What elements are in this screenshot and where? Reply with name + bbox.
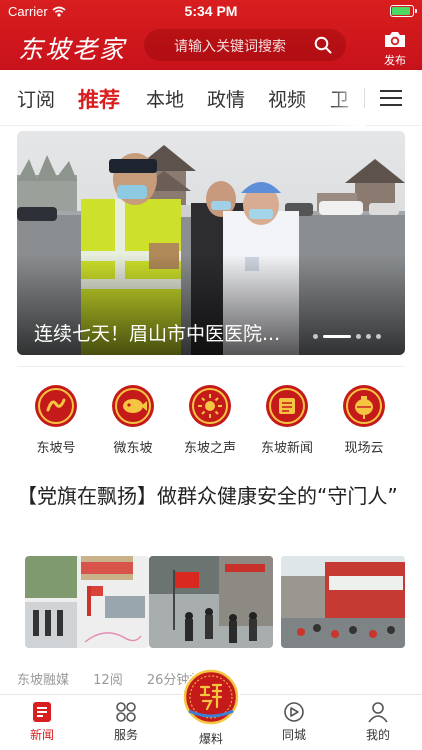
camera-icon: [385, 32, 405, 47]
feature-label: 微东坡: [113, 441, 153, 456]
publish-label: 发布: [384, 54, 406, 67]
article-source: 东坡融媒: [17, 673, 70, 688]
tab-politics[interactable]: 政情: [207, 85, 245, 112]
feature-label: 东坡新闻: [260, 441, 313, 456]
news-icon: [33, 702, 51, 722]
dongpohao-icon: [35, 385, 77, 427]
feature-live-cloud[interactable]: 现场云: [326, 384, 402, 456]
feature-dongpohao[interactable]: 东坡号: [18, 384, 94, 456]
nav-label: 我的: [365, 728, 390, 742]
battery-icon: [390, 5, 417, 17]
fu-icon[interactable]: [181, 667, 241, 727]
article-reads: 12阅: [93, 673, 123, 688]
nav-news[interactable]: 新闻: [7, 701, 77, 743]
tab-video[interactable]: 视频: [268, 85, 306, 112]
profile-icon: [368, 702, 388, 723]
search-placeholder: 请输入关键词搜索: [174, 39, 286, 55]
nav-profile[interactable]: 我的: [343, 701, 413, 743]
channel-tabs: 订阅 推荐 本地 政情 视频 卫: [0, 70, 422, 126]
banner-carousel[interactable]: 连续七天！眉山市中医医院...: [17, 131, 405, 355]
carousel-dot: [313, 334, 318, 339]
dongpo-voice-icon: [189, 385, 231, 427]
carousel-dot: [356, 334, 361, 339]
services-icon: [116, 702, 136, 722]
article-thumbnail[interactable]: [149, 556, 273, 648]
publish-button[interactable]: 发布: [380, 30, 410, 68]
live-cloud-icon: [343, 385, 385, 427]
dongpo-news-icon: [266, 385, 308, 427]
article-thumbnail[interactable]: [25, 556, 149, 648]
tabs-divider: [364, 88, 365, 108]
feature-weidongpo[interactable]: 微东坡: [95, 384, 171, 456]
feature-label: 东坡号: [36, 441, 76, 456]
carousel-dot: [376, 334, 381, 339]
carousel-dot-active: [323, 335, 351, 338]
fu-label: 爆料: [198, 732, 223, 746]
menu-icon[interactable]: [380, 90, 402, 106]
section-divider: [17, 366, 405, 367]
thumbnail-image: [25, 556, 149, 648]
article-title[interactable]: 【党旗在飘扬】做群众健康安全的“守门人”: [17, 481, 407, 511]
status-bar: Carrier 5:34 PM: [0, 0, 422, 22]
local-city-icon: [284, 702, 304, 722]
banner-caption: 连续七天！眉山市中医医院...: [34, 323, 281, 345]
tab-recommend[interactable]: 推荐: [78, 84, 120, 114]
carousel-indicator: [313, 334, 381, 339]
search-box[interactable]: 请输入关键词搜索: [144, 29, 346, 61]
nav-services[interactable]: 服务: [91, 701, 161, 743]
thumbnail-image: [281, 556, 405, 648]
nav-label: 同城: [281, 728, 306, 742]
feature-dongpo-news[interactable]: 东坡新闻: [249, 384, 325, 456]
weidongpo-icon: [112, 385, 154, 427]
tab-local[interactable]: 本地: [146, 85, 184, 112]
carousel-dot: [366, 334, 371, 339]
app-header: Carrier 5:34 PM 东坡老家 请输入关键词搜索 发布: [0, 0, 422, 70]
feature-dongpo-voice[interactable]: 东坡之声: [172, 384, 248, 456]
feature-label: 东坡之声: [183, 441, 236, 456]
nav-label: 新闻: [29, 728, 54, 742]
feature-label: 现场云: [344, 441, 384, 456]
tab-subscribe[interactable]: 订阅: [17, 85, 55, 112]
app-logo[interactable]: 东坡老家: [18, 30, 126, 66]
thumbnail-image: [149, 556, 273, 648]
article-thumbnail[interactable]: [281, 556, 405, 648]
status-time: 5:34 PM: [184, 3, 238, 19]
nav-label: 服务: [113, 728, 138, 742]
nav-local-city[interactable]: 同城: [259, 701, 329, 743]
search-icon[interactable]: [314, 36, 332, 54]
tabs-fade: [330, 70, 366, 126]
